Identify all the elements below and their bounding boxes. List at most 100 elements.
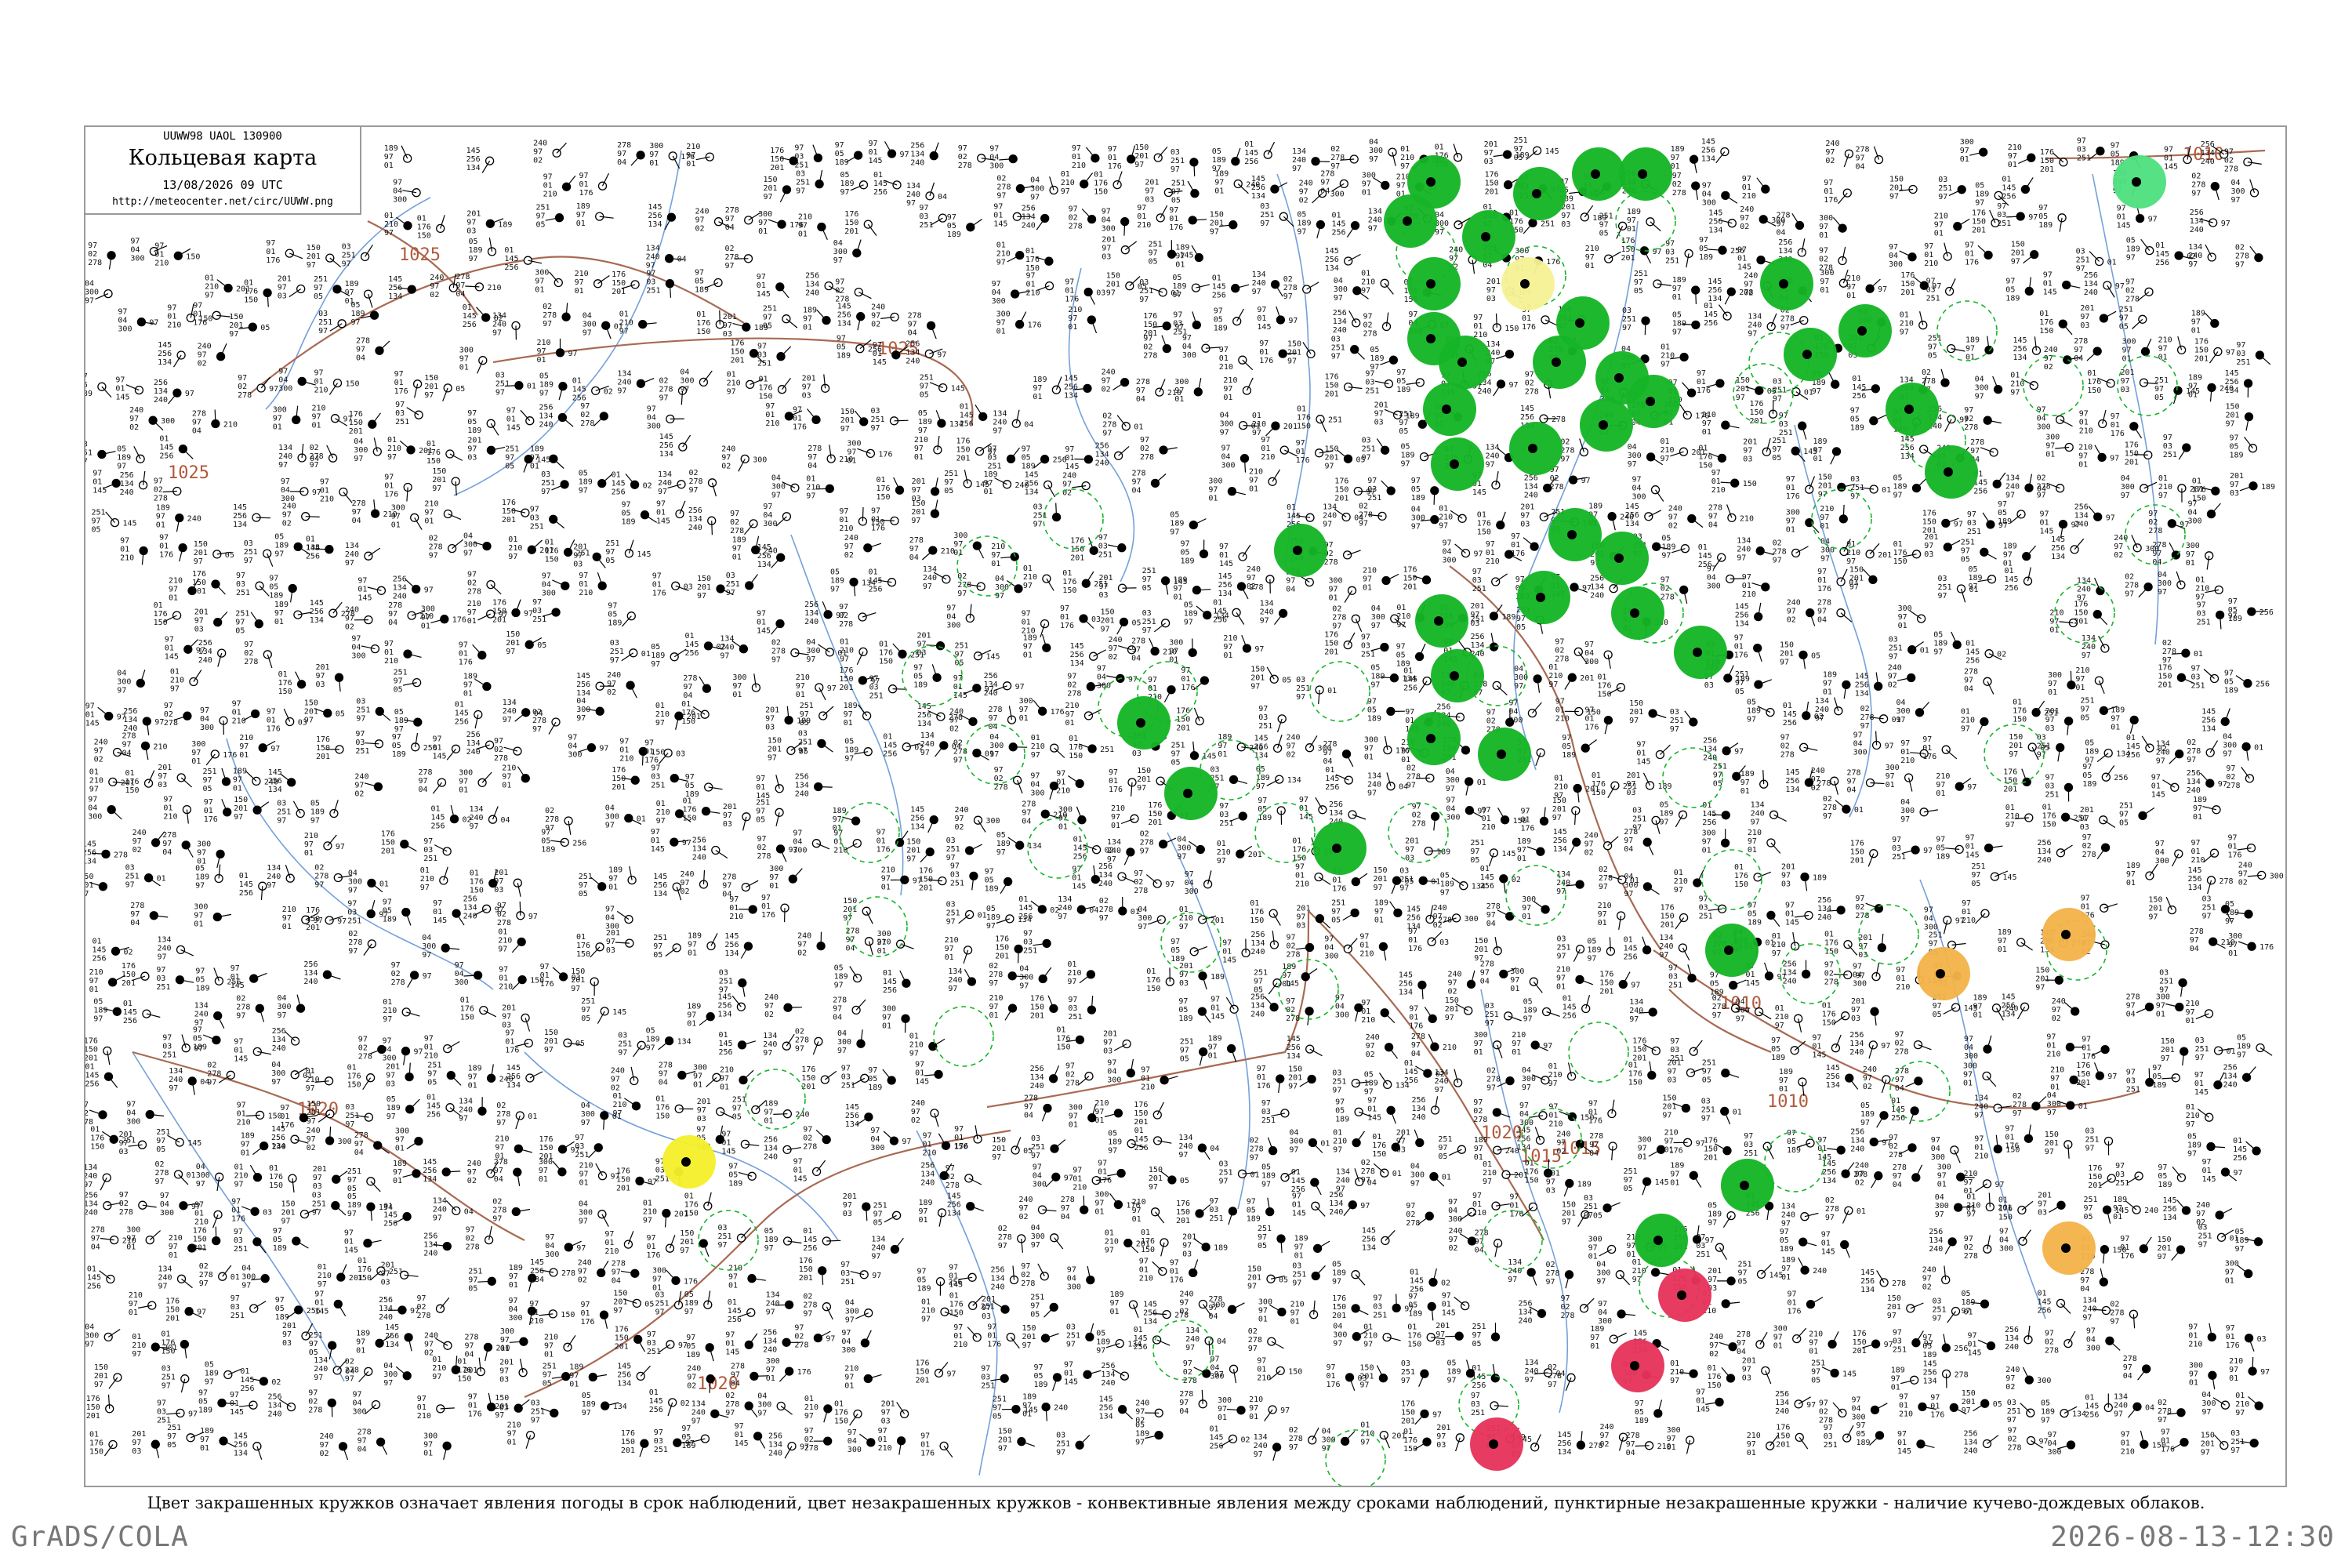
station-plot-884: 1899701	[1517, 837, 1545, 863]
svg-text:97: 97	[840, 188, 850, 197]
station-plot-1111: 13424097	[763, 1032, 795, 1058]
svg-text:251: 251	[342, 251, 356, 260]
station-plot-1466: 256134240	[1519, 1299, 1547, 1325]
station-plot-1647: 9701145	[1897, 1430, 1935, 1456]
svg-text:97: 97	[1287, 357, 1297, 365]
svg-text:97: 97	[1737, 554, 1746, 563]
svg-text:01: 01	[2045, 451, 2055, 459]
station-plot-206: 2019703189	[723, 313, 768, 339]
svg-text:97: 97	[2148, 510, 2158, 518]
station-plot-292: 176150201	[1325, 373, 1363, 399]
svg-text:176: 176	[2125, 441, 2139, 449]
station-plot-531: 9702278	[467, 571, 502, 597]
svg-text:97: 97	[85, 372, 88, 381]
station-plot-451: 9701145	[656, 500, 686, 526]
svg-text:251: 251	[2163, 451, 2177, 459]
svg-text:01: 01	[871, 515, 880, 524]
station-plot-1295: 043009701	[1410, 1163, 1451, 1189]
station-plot-120: 0325197	[342, 242, 373, 268]
station-plot-1154: 256134240	[1030, 1065, 1060, 1091]
station-plot-965: 2789704	[1486, 902, 1515, 928]
station-plot-824: 0114525602	[431, 805, 472, 831]
station-plot-983: 0430097	[422, 934, 460, 960]
svg-text:210: 210	[1486, 557, 1500, 566]
svg-text:97: 97	[1661, 575, 1670, 584]
station-plot-600: 2409702	[1787, 599, 1816, 626]
svg-text:97: 97	[649, 151, 659, 159]
svg-text:145: 145	[873, 180, 887, 188]
svg-text:300: 300	[1369, 147, 1383, 155]
svg-text:97: 97	[1599, 220, 1609, 229]
station-plot-1641: 2789704210	[1626, 1432, 1671, 1457]
svg-text:210: 210	[1068, 306, 1082, 314]
station-plot-1356: 3009701	[126, 1226, 162, 1252]
station-plot-982: 0227897	[348, 930, 376, 956]
svg-text:150: 150	[1889, 176, 1904, 184]
station-plot-1209: 9701210150	[1548, 1102, 1594, 1128]
svg-text:210: 210	[167, 321, 181, 330]
station-plot-178: 0121097	[1361, 269, 1394, 295]
svg-text:01: 01	[467, 617, 477, 626]
svg-text:97: 97	[2188, 260, 2198, 269]
station-plot-692: 0325197	[356, 697, 391, 723]
svg-text:145: 145	[233, 503, 247, 512]
station-plot-74: 0121097	[384, 212, 412, 238]
station-plot-1234: 970430097	[870, 1127, 911, 1152]
svg-text:97: 97	[988, 445, 997, 453]
station-plot-112: 9705189	[2038, 204, 2067, 232]
svg-text:251: 251	[1142, 618, 1156, 626]
station-plot-1336: 25613424097	[1329, 1191, 1370, 1217]
station-plot-1428: 2019703	[1708, 1267, 1736, 1293]
svg-text:145: 145	[1701, 138, 1715, 147]
svg-text:03: 03	[1938, 176, 1947, 184]
svg-text:145: 145	[1065, 463, 1079, 471]
svg-text:251: 251	[2236, 358, 2250, 367]
station-plot-638: 9701176	[1734, 634, 1762, 662]
svg-text:01: 01	[320, 487, 329, 495]
svg-text:176: 176	[1259, 357, 1273, 365]
svg-text:97: 97	[944, 478, 953, 487]
svg-text:97: 97	[1334, 294, 1343, 303]
station-plot-683: 9703251	[2191, 665, 2220, 691]
station-plot-1490: 9705189	[686, 1334, 714, 1362]
station-plot-1476: 0227897	[2110, 1300, 2139, 1329]
map-legend-box: UUWW98 UAOL 130900 Кольцевая карта 13/08…	[85, 127, 361, 215]
svg-text:256: 256	[688, 506, 702, 515]
svg-text:04: 04	[1286, 586, 1295, 594]
svg-text:201: 201	[192, 587, 206, 596]
station-plot-1081: 15020197	[1445, 996, 1473, 1022]
station-plot-440: 2019703189	[2230, 472, 2275, 498]
svg-text:97: 97	[1132, 477, 1142, 486]
svg-text:145: 145	[572, 385, 586, 394]
station-plot-1141: 01176150	[347, 1064, 376, 1091]
svg-text:02: 02	[2125, 286, 2135, 295]
station-plot-933: 01176150	[1734, 863, 1772, 889]
svg-text:97: 97	[1102, 377, 1111, 386]
svg-text:01: 01	[2111, 421, 2120, 430]
station-plot-950: 9701176	[761, 894, 789, 923]
station-plot-1635: 01176150	[1403, 1428, 1432, 1454]
station-plot-1606: 0227897	[2158, 1399, 2186, 1425]
svg-text:97: 97	[1665, 239, 1675, 248]
svg-text:201: 201	[1743, 437, 1757, 446]
svg-text:97: 97	[1363, 313, 1373, 321]
svg-text:01: 01	[312, 422, 321, 430]
station-plot-1583: 01176150	[834, 1400, 862, 1426]
svg-text:97: 97	[798, 222, 808, 230]
svg-text:01: 01	[1219, 354, 1229, 363]
station-plot-1181: 9702278	[85, 1101, 107, 1127]
svg-text:01: 01	[1702, 428, 1711, 437]
svg-text:01: 01	[1362, 188, 1371, 197]
svg-text:278: 278	[1560, 447, 1574, 456]
svg-text:03: 03	[1665, 248, 1675, 256]
svg-text:145: 145	[1218, 572, 1232, 581]
station-plot-1380: 2409702	[1449, 1227, 1477, 1253]
station-plot-578: 17615020197	[492, 599, 533, 625]
svg-text:189: 189	[1172, 282, 1186, 291]
svg-text:97: 97	[1561, 212, 1570, 220]
station-plot-1118: 1899701	[1208, 1035, 1237, 1062]
svg-text:201: 201	[1750, 417, 1764, 426]
station-plot-13: 9701210	[1072, 144, 1100, 170]
station-plot-553: 9703251	[1472, 568, 1508, 593]
station-plot-1649: 970227897	[2008, 1427, 2049, 1453]
